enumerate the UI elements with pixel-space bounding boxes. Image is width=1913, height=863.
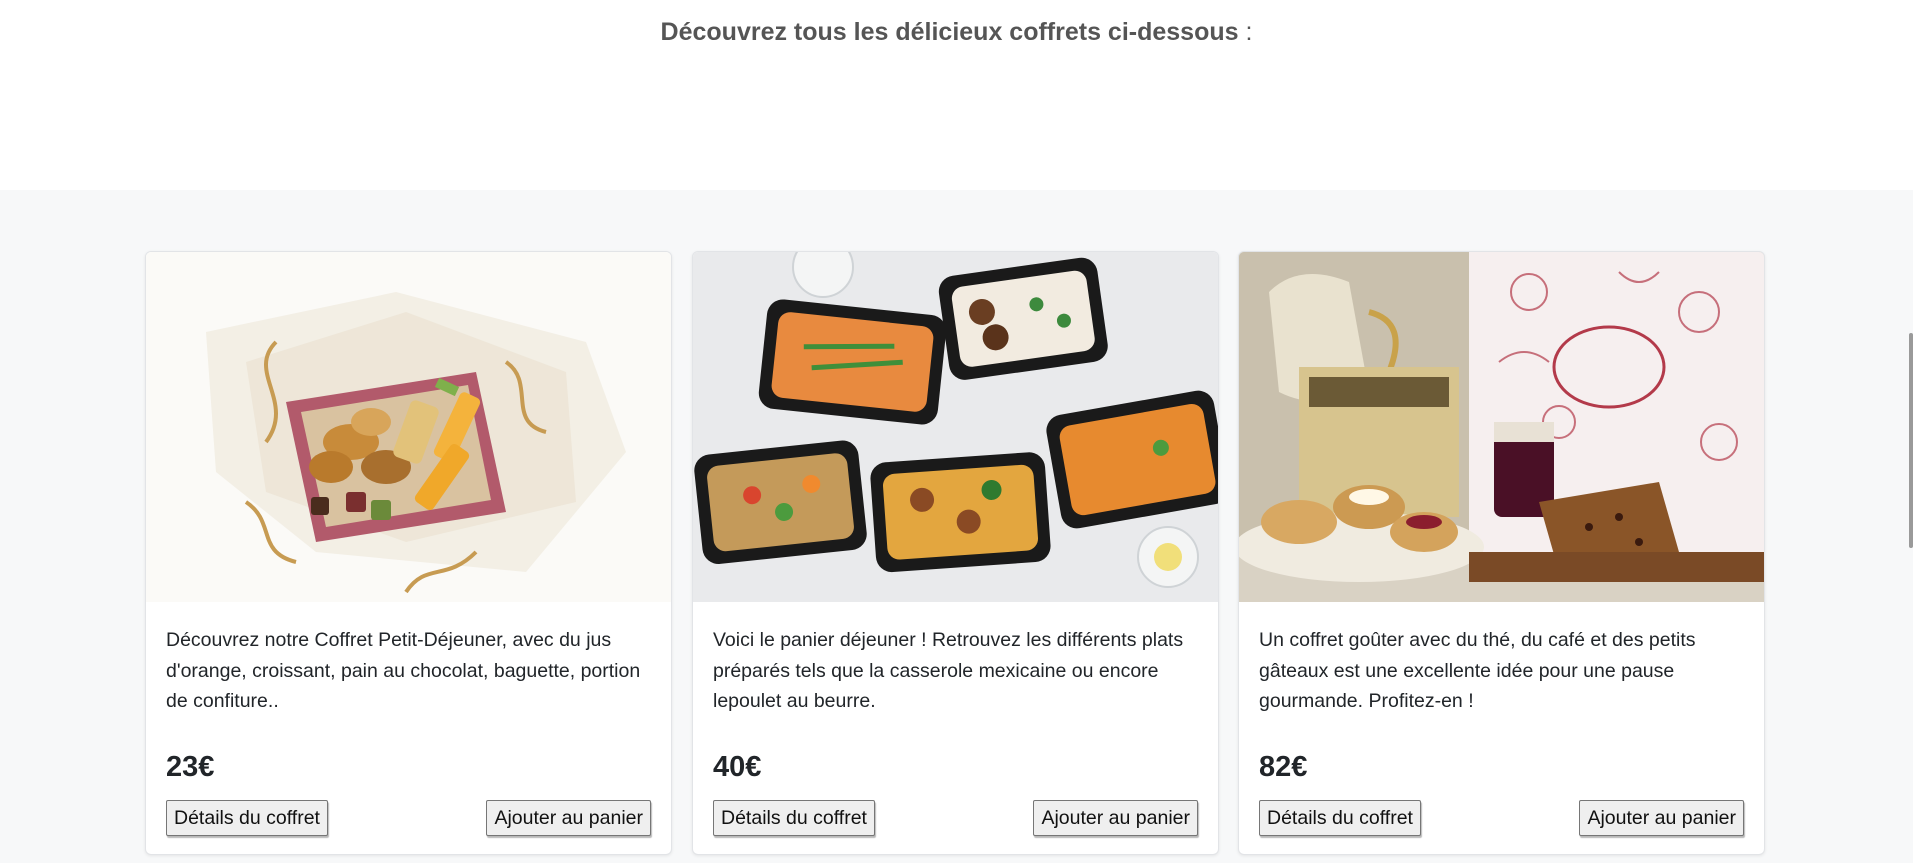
product-card: Un coffret goûter avec du thé, du café e… xyxy=(1238,251,1765,855)
add-to-cart-button[interactable]: Ajouter au panier xyxy=(486,800,651,836)
card-body: Voici le panier déjeuner ! Retrouvez les… xyxy=(693,625,1218,787)
add-to-cart-button[interactable]: Ajouter au panier xyxy=(1579,800,1744,836)
product-description: Un coffret goûter avec du thé, du café e… xyxy=(1259,629,1696,712)
product-description: Voici le panier déjeuner ! Retrouvez les… xyxy=(713,629,1184,712)
details-button[interactable]: Détails du coffret xyxy=(1259,800,1421,836)
intro-heading: Découvrez tous les délicieux coffrets ci… xyxy=(0,18,1913,47)
lunch-trays-illustration xyxy=(693,252,1218,602)
card-actions: Détails du coffret Ajouter au panier xyxy=(713,800,1198,836)
card-body: Découvrez notre Coffret Petit-Déjeuner, … xyxy=(146,625,671,787)
add-to-cart-button[interactable]: Ajouter au panier xyxy=(1033,800,1198,836)
card-body: Un coffret goûter avec du thé, du café e… xyxy=(1239,625,1764,787)
product-price: 23€ xyxy=(166,751,215,783)
card-actions: Détails du coffret Ajouter au panier xyxy=(1259,800,1744,836)
details-button[interactable]: Détails du coffret xyxy=(166,800,328,836)
product-price: 40€ xyxy=(713,751,762,783)
breakfast-basket-image xyxy=(146,252,671,602)
breakfast-basket-illustration xyxy=(146,252,671,602)
intro-section: Découvrez tous les délicieux coffrets ci… xyxy=(0,0,1913,190)
afternoon-tea-image xyxy=(1239,252,1764,602)
details-button[interactable]: Détails du coffret xyxy=(713,800,875,836)
product-price: 82€ xyxy=(1259,751,1308,783)
product-card: Voici le panier déjeuner ! Retrouvez les… xyxy=(692,251,1219,855)
lunch-trays-image xyxy=(693,252,1218,602)
intro-suffix: : xyxy=(1238,18,1253,46)
afternoon-tea-illustration xyxy=(1239,252,1764,602)
product-description: Découvrez notre Coffret Petit-Déjeuner, … xyxy=(166,629,641,712)
product-card: Découvrez notre Coffret Petit-Déjeuner, … xyxy=(145,251,672,855)
scrollbar-thumb[interactable] xyxy=(1909,333,1913,548)
intro-title: Découvrez tous les délicieux coffrets ci… xyxy=(660,18,1239,46)
card-actions: Détails du coffret Ajouter au panier xyxy=(166,800,651,836)
